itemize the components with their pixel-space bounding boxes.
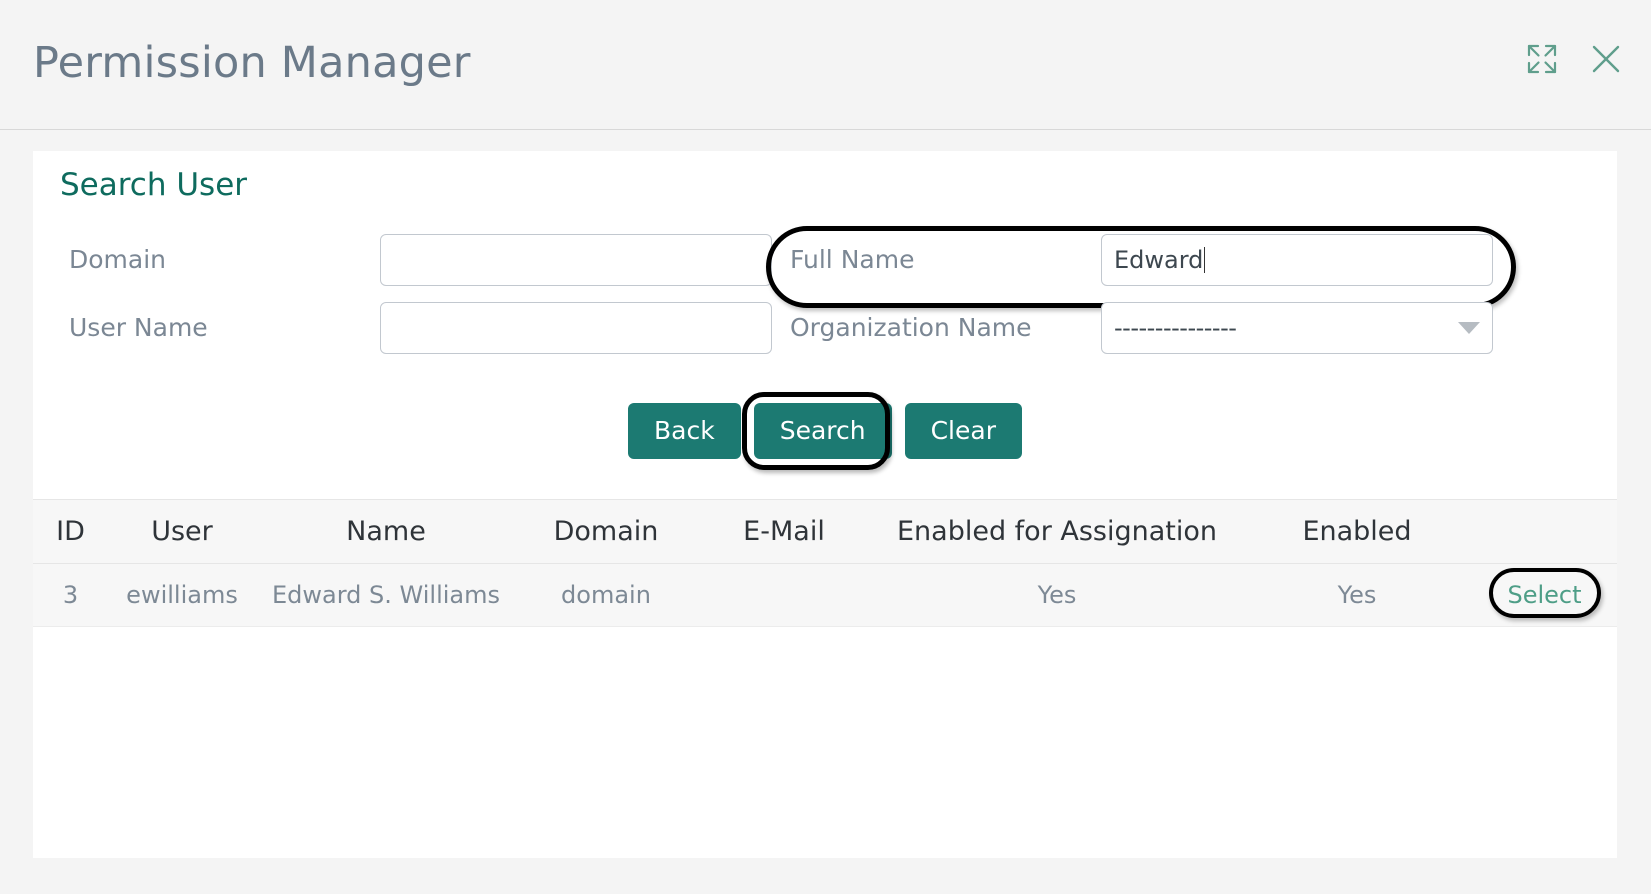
form-row-1: Domain Full Name Edward bbox=[33, 226, 1617, 308]
search-button-wrap: Search bbox=[741, 392, 892, 470]
domain-label: Domain bbox=[69, 245, 167, 274]
column-header-email[interactable]: E-Mail bbox=[696, 500, 872, 564]
full-name-value: Edward bbox=[1114, 246, 1204, 274]
cell-email bbox=[696, 564, 872, 627]
clear-button[interactable]: Clear bbox=[904, 403, 1022, 459]
cell-enabled: Yes bbox=[1337, 581, 1377, 609]
card-title: Search User bbox=[60, 167, 248, 203]
column-header-domain[interactable]: Domain bbox=[516, 500, 696, 564]
search-button[interactable]: Search bbox=[753, 403, 892, 459]
select-link[interactable]: Select bbox=[1507, 581, 1581, 609]
chevron-down-icon bbox=[1458, 322, 1480, 334]
cell-enabled-for-assignation: Yes bbox=[1037, 581, 1077, 609]
form-actions: Back Search Clear bbox=[33, 392, 1617, 470]
table-body: 3 ewilliams Edward S. Williams domain Ye… bbox=[33, 563, 1617, 627]
table-head: ID User Name Domain E-Mail Enabled for A… bbox=[33, 499, 1617, 564]
column-header-id[interactable]: ID bbox=[33, 500, 108, 564]
window-header: Permission Manager bbox=[0, 0, 1651, 130]
search-user-card: Search User Domain Full Name Edward User… bbox=[33, 151, 1617, 858]
text-cursor bbox=[1204, 247, 1206, 273]
search-form: Domain Full Name Edward User Name Organi… bbox=[33, 226, 1617, 367]
back-button[interactable]: Back bbox=[628, 403, 741, 459]
cell-name: Edward S. Williams bbox=[272, 581, 500, 609]
expand-icon[interactable] bbox=[1523, 40, 1561, 78]
domain-input[interactable] bbox=[380, 234, 772, 286]
table-header-row: ID User Name Domain E-Mail Enabled for A… bbox=[33, 499, 1617, 564]
page-title: Permission Manager bbox=[33, 38, 471, 88]
column-header-name[interactable]: Name bbox=[256, 500, 516, 564]
results-table: ID User Name Domain E-Mail Enabled for A… bbox=[33, 499, 1617, 627]
cell-action: Select bbox=[1472, 564, 1617, 627]
column-header-enabled-for-assignation[interactable]: Enabled for Assignation bbox=[872, 500, 1242, 564]
cell-user: ewilliams bbox=[126, 581, 238, 609]
full-name-label: Full Name bbox=[790, 245, 915, 274]
select-link-wrap: Select bbox=[1489, 568, 1602, 618]
organization-name-value: --------------- bbox=[1114, 314, 1237, 342]
user-name-label: User Name bbox=[69, 313, 208, 342]
column-header-action bbox=[1472, 500, 1617, 564]
column-header-enabled[interactable]: Enabled bbox=[1242, 500, 1472, 564]
close-icon[interactable] bbox=[1587, 40, 1625, 78]
table-row[interactable]: 3 ewilliams Edward S. Williams domain Ye… bbox=[33, 563, 1617, 627]
column-header-user[interactable]: User bbox=[108, 500, 256, 564]
cell-domain: domain bbox=[561, 581, 651, 609]
organization-name-select[interactable]: --------------- bbox=[1101, 302, 1493, 354]
cell-id: 3 bbox=[62, 581, 79, 609]
form-row-2: User Name Organization Name ------------… bbox=[33, 299, 1617, 367]
results-table-wrap: ID User Name Domain E-Mail Enabled for A… bbox=[33, 499, 1617, 627]
full-name-input[interactable]: Edward bbox=[1101, 234, 1493, 286]
window-controls bbox=[1523, 40, 1625, 78]
user-name-input[interactable] bbox=[380, 302, 772, 354]
organization-name-label: Organization Name bbox=[790, 313, 1032, 342]
